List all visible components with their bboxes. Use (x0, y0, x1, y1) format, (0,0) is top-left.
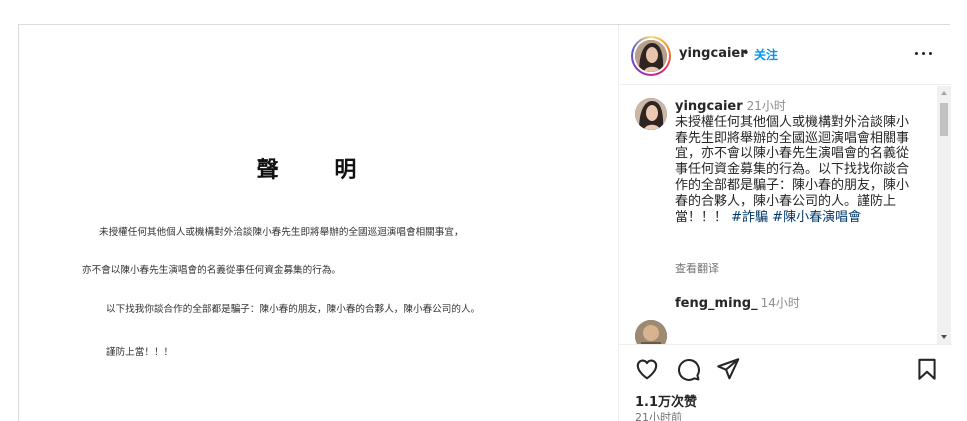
comment-username[interactable]: feng_ming_ (675, 296, 758, 311)
likes-count[interactable]: 1.1万次赞 (635, 391, 697, 410)
scroll-up-arrow-icon[interactable] (937, 86, 951, 100)
avatar-photo-icon (635, 98, 667, 130)
statement-title: 聲 明 (256, 157, 381, 183)
hashtag-link[interactable]: #陳小春演唱會 (772, 210, 861, 225)
post-image[interactable]: 聲 明 未授權任何其他個人或機構對外洽談陳小春先生即將舉辦的全國巡迴演唱會相關事… (19, 25, 618, 421)
more-options-icon[interactable] (915, 47, 935, 59)
header-separator: • (742, 46, 750, 61)
avatar-photo-icon (635, 320, 667, 344)
statement-line-4: 謹防上當！！！ (106, 347, 174, 358)
scrollbar-thumb[interactable] (940, 103, 948, 136)
caption-text: 未授權任何其他個人或機構對外洽談陳小春先生即將舉辦的全國巡迴演唱會相關事宜，亦不… (675, 114, 910, 225)
hashtag-link[interactable]: #詐騙 (731, 210, 768, 225)
caption-avatar[interactable] (635, 98, 667, 130)
heart-icon[interactable] (634, 356, 660, 382)
statement-line-3: 以下找我你談合作的全部都是騙子：陳小春的朋友，陳小春的合夥人，陳小春公司的人。 (106, 304, 481, 315)
follow-button[interactable]: 关注 (754, 46, 778, 63)
header-username[interactable]: yingcaier (679, 46, 747, 61)
caption: yingcaier 21小时 未授權任何其他個人或機構對外洽談陳小春先生即將舉辦的… (675, 99, 920, 225)
comment: feng_ming_ 14小时 (675, 294, 800, 311)
comment-time: 14小时 (760, 296, 800, 310)
share-icon[interactable] (715, 356, 741, 382)
post-sidebar: yingcaier • 关注 yingcaier 21小时 未授權任何其他個人或機… (618, 25, 952, 421)
instagram-post: 聲 明 未授權任何其他個人或機構對外洽談陳小春先生即將舉辦的全國巡迴演唱會相關事… (18, 24, 952, 421)
story-ring[interactable] (631, 36, 671, 76)
scroll-down-arrow-icon[interactable] (937, 330, 951, 344)
caption-username[interactable]: yingcaier (675, 99, 743, 114)
comments-scrollbar[interactable] (937, 86, 951, 344)
bookmark-icon[interactable] (914, 356, 940, 382)
avatar (635, 40, 667, 72)
comments-list[interactable]: yingcaier 21小时 未授權任何其他個人或機構對外洽談陳小春先生即將舉辦的… (619, 86, 952, 344)
post-timestamp[interactable]: 21小时前 (635, 409, 682, 421)
post-header: yingcaier • 关注 (619, 25, 951, 85)
statement-line-2: 亦不會以陳小春先生演唱會的名義從事任何資金募集的行為。 (82, 265, 342, 276)
comment-avatar[interactable] (635, 320, 667, 344)
caption-time: 21小时 (746, 99, 786, 113)
avatar-photo-icon (635, 40, 667, 72)
statement-line-1: 未授權任何其他個人或機構對外洽談陳小春先生即將舉辦的全國巡迴演唱會相關事宜， (99, 227, 464, 238)
comment-icon[interactable] (675, 356, 701, 382)
action-bar: 1.1万次赞 21小时前 (619, 344, 952, 421)
see-translation-link[interactable]: 查看翻译 (675, 260, 719, 276)
